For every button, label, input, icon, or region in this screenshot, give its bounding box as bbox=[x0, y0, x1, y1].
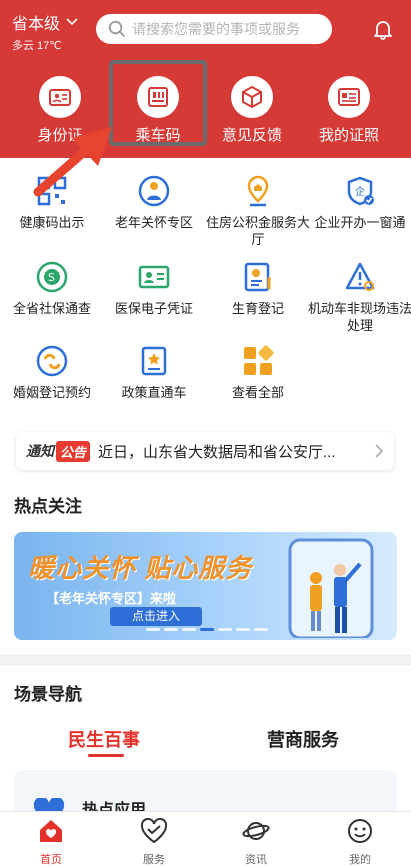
highlight-box bbox=[109, 60, 207, 146]
quick-link-label: 意见反馈 bbox=[221, 127, 282, 144]
banner-enter-button[interactable]: 点击进入 bbox=[110, 607, 202, 626]
carousel-dots bbox=[146, 628, 268, 631]
elderly-care-icon bbox=[138, 175, 170, 207]
service-marriage[interactable]: 婚姻登记预约 bbox=[0, 344, 104, 401]
quick-link-id-card[interactable]: 身份证 bbox=[18, 76, 102, 145]
tab-label: 我的 bbox=[349, 854, 371, 866]
banner-title: 暖心关怀 贴心服务 bbox=[28, 553, 253, 583]
marriage-icon bbox=[36, 345, 68, 377]
service-label: 全省社保通查 bbox=[12, 301, 91, 316]
service-label: 生育登记 bbox=[231, 301, 284, 316]
health-qr-icon bbox=[37, 176, 67, 206]
search-input[interactable]: 请搜索您需要的事项或服务 bbox=[96, 14, 411, 44]
service-social-security[interactable]: S 全省社保通查 bbox=[0, 260, 104, 317]
news-planet-icon bbox=[242, 822, 270, 840]
location-name: 省本级 bbox=[12, 16, 61, 33]
traffic-warning-icon bbox=[345, 262, 375, 291]
policy-doc-icon bbox=[141, 346, 167, 376]
service-policy[interactable]: 政策直通车 bbox=[102, 344, 206, 401]
housing-fund-icon bbox=[247, 175, 269, 207]
tab-news[interactable]: 资讯 bbox=[226, 818, 286, 866]
service-label: 查看全部 bbox=[231, 385, 284, 400]
service-heart-icon bbox=[140, 817, 168, 844]
weather-text: 多云 17℃ bbox=[12, 40, 62, 52]
enterprise-shield-icon: 企 bbox=[347, 176, 374, 206]
home-icon bbox=[40, 820, 62, 842]
section-title: 热点关注 bbox=[14, 497, 82, 516]
banner-subtitle: 【老年关怀专区】来啦 bbox=[46, 591, 177, 606]
svg-text:S: S bbox=[48, 271, 55, 284]
medical-card-icon bbox=[138, 265, 170, 289]
quick-link-my-license[interactable]: 我的证照 bbox=[307, 76, 391, 145]
service-label: 企业开办一窗通 bbox=[314, 215, 406, 230]
social-security-icon: S bbox=[36, 261, 68, 293]
bell-icon[interactable] bbox=[372, 18, 394, 40]
service-label: 老年关怀专区 bbox=[114, 215, 193, 230]
all-grid-icon bbox=[244, 345, 274, 375]
service-label: 机动车非现场违法处理 bbox=[308, 301, 411, 333]
birth-register-icon bbox=[244, 262, 271, 292]
notice-text: 近日，山东省大数据局和省公安厅... bbox=[98, 443, 336, 461]
tab-business[interactable]: 营商服务 bbox=[267, 726, 339, 752]
service-label: 婚姻登记预约 bbox=[12, 385, 91, 400]
service-medical-card[interactable]: 医保电子凭证 bbox=[102, 260, 206, 317]
promo-banner[interactable]: 暖心关怀 贴心服务 【老年关怀专区】来啦 点击进入 bbox=[14, 532, 397, 640]
chevron-down-icon bbox=[66, 18, 78, 26]
location-selector[interactable]: 省本级 多云 17℃ bbox=[12, 10, 78, 53]
service-label: 政策直通车 bbox=[121, 385, 187, 400]
search-icon bbox=[108, 20, 125, 37]
scene-section: 场景导航 民生百事 营商服务 热点应用 bbox=[0, 666, 411, 830]
tab-home[interactable]: 首页 bbox=[21, 818, 81, 866]
service-label: 医保电子凭证 bbox=[114, 301, 193, 316]
service-traffic-violation[interactable]: 机动车非现场违法处理 bbox=[308, 260, 411, 334]
tab-livelihood[interactable]: 民生百事 bbox=[68, 726, 140, 752]
quick-link-feedback[interactable]: 意见反馈 bbox=[210, 76, 294, 145]
license-icon bbox=[338, 88, 360, 106]
section-title: 场景导航 bbox=[14, 685, 82, 704]
service-elderly-care[interactable]: 老年关怀专区 bbox=[102, 174, 206, 231]
profile-face-icon bbox=[348, 819, 372, 843]
service-housing-fund[interactable]: 住房公积金服务大厅 bbox=[206, 174, 310, 248]
tab-service[interactable]: 服务 bbox=[124, 817, 184, 866]
tab-label: 资讯 bbox=[245, 854, 267, 866]
bottom-tab-bar: 首页 服务 资讯 我的 bbox=[0, 811, 411, 866]
service-health-code[interactable]: 健康码出示 bbox=[0, 174, 104, 231]
feedback-cube-icon bbox=[242, 86, 262, 108]
svg-text:企: 企 bbox=[355, 185, 365, 198]
tab-underline bbox=[88, 754, 124, 757]
search-placeholder: 请搜索您需要的事项或服务 bbox=[132, 21, 300, 37]
elderly-illustration-icon bbox=[288, 538, 374, 638]
quick-link-label: 我的证照 bbox=[318, 127, 379, 144]
chevron-right-icon bbox=[375, 444, 384, 458]
service-label: 住房公积金服务大厅 bbox=[206, 215, 311, 247]
tab-label: 服务 bbox=[143, 854, 165, 866]
tab-label: 首页 bbox=[40, 854, 62, 866]
service-label: 健康码出示 bbox=[19, 215, 85, 230]
notice-tag-badge: 公告 bbox=[56, 440, 91, 462]
notice-bar[interactable]: 通知 公告 近日，山东省大数据局和省公安厅... bbox=[16, 432, 394, 470]
tab-mine[interactable]: 我的 bbox=[330, 818, 390, 866]
notice-tag: 通知 bbox=[26, 443, 54, 459]
id-card-icon bbox=[49, 89, 71, 106]
service-view-all[interactable]: 查看全部 bbox=[206, 344, 310, 401]
quick-link-label: 身份证 bbox=[37, 127, 83, 144]
hot-section: 热点关注 暖心关怀 贴心服务 【老年关怀专区】来啦 点击进入 bbox=[0, 480, 411, 654]
service-enterprise[interactable]: 企 企业开办一窗通 bbox=[308, 174, 411, 231]
service-birth-register[interactable]: 生育登记 bbox=[206, 260, 310, 317]
